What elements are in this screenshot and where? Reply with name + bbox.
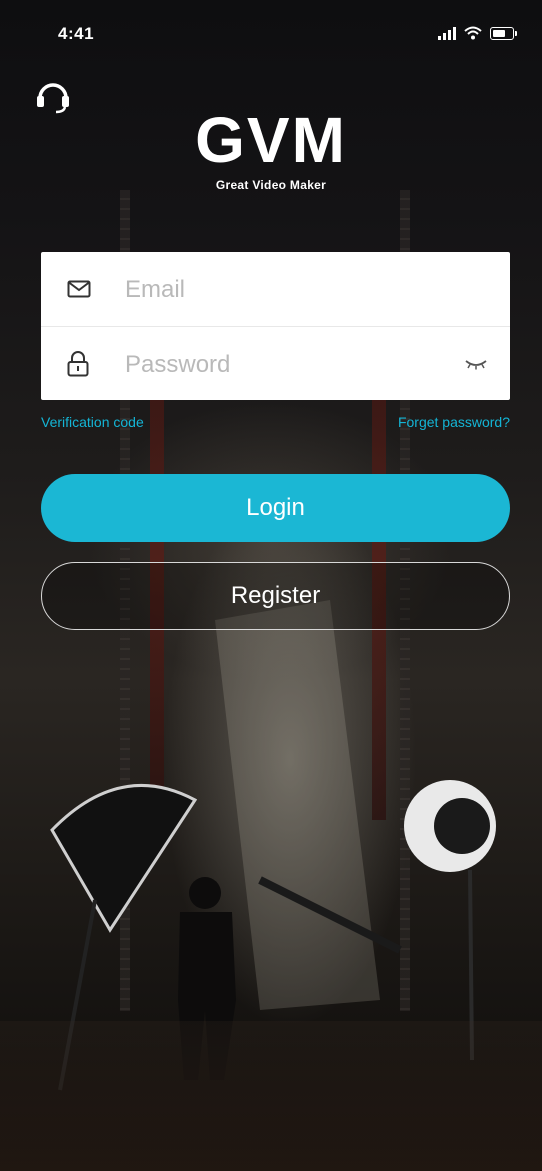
eye-closed-icon[interactable] <box>464 358 488 370</box>
forgot-password-link[interactable]: Forget password? <box>398 414 510 430</box>
brand-title: GVM <box>195 104 347 176</box>
login-screen: 4:41 GVM Great Video Maker Email Verific… <box>0 0 542 1171</box>
cellular-signal-icon <box>438 26 456 40</box>
studio-floor <box>0 1021 542 1171</box>
status-icons <box>438 26 517 40</box>
brand-logo: GVM Great Video Maker <box>0 108 542 192</box>
envelope-icon <box>67 280 91 298</box>
login-button[interactable]: Login <box>41 474 510 542</box>
status-time: 4:41 <box>58 24 95 43</box>
brand-subtitle: Great Video Maker <box>215 178 327 192</box>
email-field[interactable] <box>123 266 450 314</box>
verification-code-link[interactable]: Verification code <box>41 414 144 430</box>
password-row <box>41 326 510 401</box>
lock-icon <box>67 351 89 377</box>
password-field[interactable] <box>123 341 450 389</box>
email-row <box>41 252 510 326</box>
auth-links: Verification code Forget password? <box>41 414 510 436</box>
register-button[interactable]: Register <box>41 562 510 630</box>
battery-icon <box>490 27 517 40</box>
status-bar: 4:41 <box>0 0 542 70</box>
login-form <box>41 252 510 400</box>
wifi-icon <box>464 26 482 40</box>
